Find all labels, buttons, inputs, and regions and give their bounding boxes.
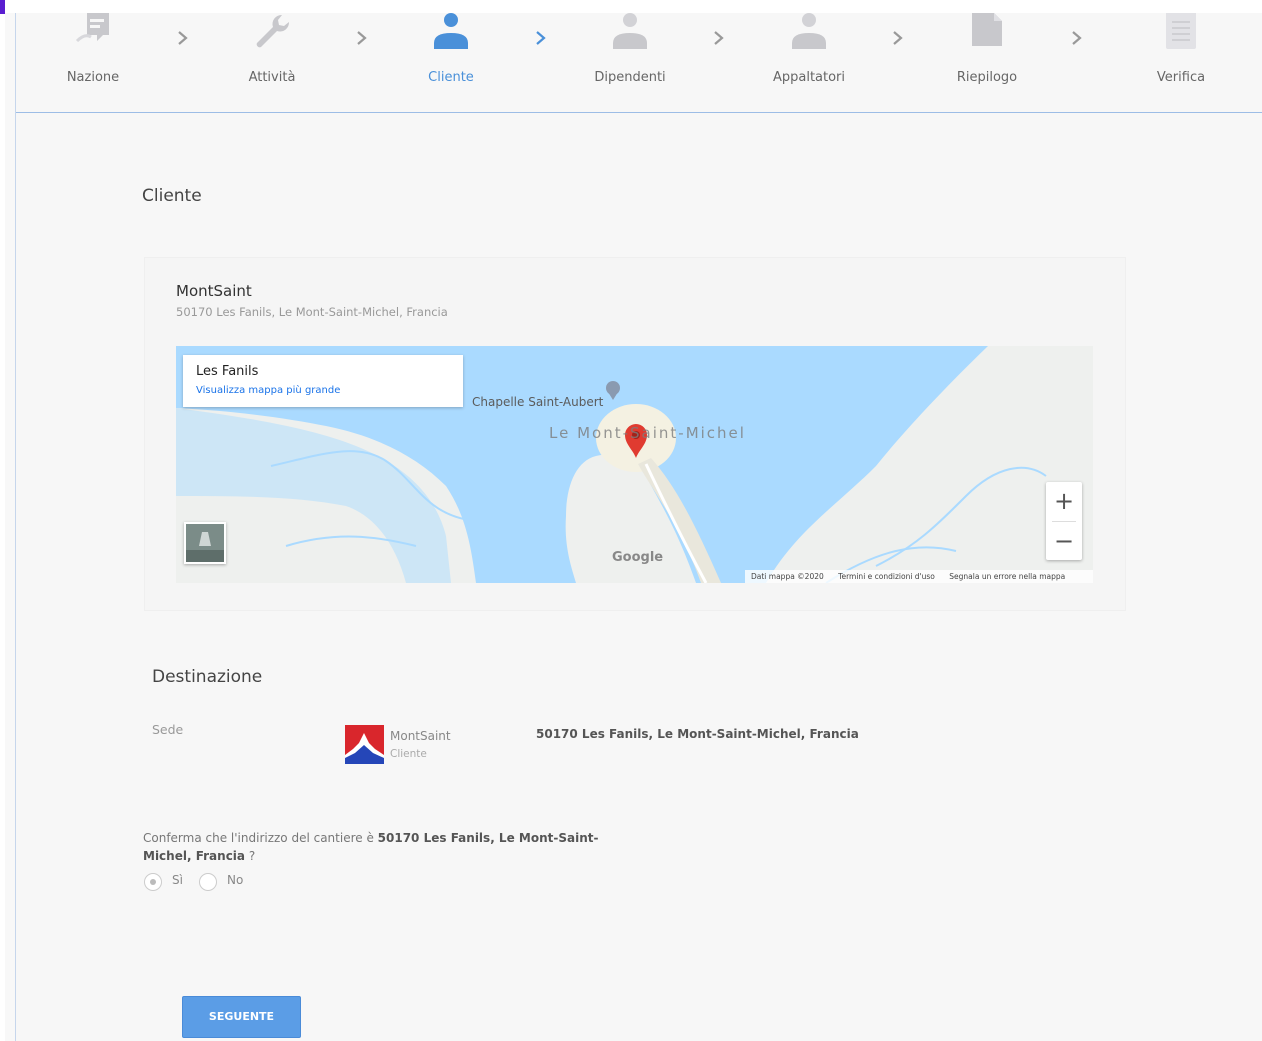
next-button[interactable]: SEGUENTE	[182, 996, 301, 1038]
zoom-out-button[interactable]: −	[1046, 522, 1082, 560]
step-label: Verifica	[1156, 70, 1206, 85]
destination-type: Cliente	[390, 748, 427, 760]
destination-name: MontSaint	[390, 729, 451, 743]
map-info-title: Les Fanils	[196, 364, 259, 379]
top-bar	[5, 0, 1262, 13]
sede-label: Sede	[152, 722, 184, 737]
map-attribution: Dati mappa ©2020 Termini e condizioni d'…	[745, 570, 1093, 583]
map-report-error-link[interactable]: Segnala un errore nella mappa	[949, 572, 1065, 581]
wrench-icon	[256, 14, 290, 48]
confirm-suffix: ?	[248, 849, 256, 863]
radio-si[interactable]	[144, 873, 162, 891]
confirm-prefix: Conferma che l'indirizzo del cantiere è	[143, 831, 378, 845]
left-edge	[0, 0, 5, 1041]
section-title-destinazione: Destinazione	[152, 667, 263, 687]
chevron-right-icon	[536, 31, 546, 45]
address-confirm-question: Conferma che l'indirizzo del cantiere è …	[143, 829, 643, 865]
radio-no[interactable]	[199, 873, 217, 891]
view-larger-map-link[interactable]: Visualizza mappa più grande	[196, 385, 340, 396]
step-label: Attività	[248, 70, 296, 85]
chevron-right-icon	[1072, 31, 1082, 45]
map-terms-link[interactable]: Termini e condizioni d'uso	[838, 572, 935, 581]
google-logo: Google	[612, 550, 664, 565]
person-icon	[434, 13, 468, 49]
client-name: MontSaint	[176, 282, 252, 300]
flag-icon	[75, 13, 109, 43]
map-zoom-control: + −	[1046, 482, 1082, 560]
person-icon	[792, 13, 826, 49]
map-data-credit: Dati mappa ©2020	[751, 572, 824, 581]
step-label: Riepilogo	[956, 70, 1018, 85]
radio-no-label[interactable]: No	[227, 873, 243, 887]
map-info-window: Les Fanils Visualizza mappa più grande	[183, 355, 463, 407]
destination-address: 50170 Les Fanils, Le Mont-Saint-Michel, …	[536, 727, 859, 741]
chevron-right-icon	[714, 31, 724, 45]
step-label: Cliente	[428, 70, 474, 85]
document-icon	[972, 13, 1002, 46]
radio-si-label[interactable]: Sì	[172, 873, 183, 887]
satellite-icon	[186, 524, 224, 562]
client-logo	[345, 725, 384, 764]
embedded-map[interactable]: Les Fanils Visualizza mappa più grande C…	[176, 346, 1093, 583]
map-label-mont: Le Mont-Saint-Michel	[549, 424, 746, 442]
client-card: MontSaint 50170 Les Fanils, Le Mont-Sain…	[144, 257, 1126, 611]
checklist-icon	[1166, 13, 1196, 49]
step-label: Nazione	[66, 70, 120, 85]
client-address: 50170 Les Fanils, Le Mont-Saint-Michel, …	[176, 305, 448, 319]
step-label: Appaltatori	[772, 70, 846, 85]
step-label: Dipendenti	[594, 70, 666, 85]
zoom-in-button[interactable]: +	[1046, 482, 1082, 520]
chevron-right-icon	[178, 31, 188, 45]
wizard-frame: Nazione Attività Cliente Dipendenti Appa…	[15, 13, 1262, 1041]
chevron-right-icon	[893, 31, 903, 45]
satellite-toggle[interactable]	[184, 522, 226, 564]
section-title-cliente: Cliente	[142, 186, 202, 206]
chevron-right-icon	[357, 31, 367, 45]
person-icon	[613, 13, 647, 49]
map-label-chapelle: Chapelle Saint-Aubert	[472, 395, 604, 409]
wizard-stepper: Nazione Attività Cliente Dipendenti Appa…	[16, 13, 1262, 113]
